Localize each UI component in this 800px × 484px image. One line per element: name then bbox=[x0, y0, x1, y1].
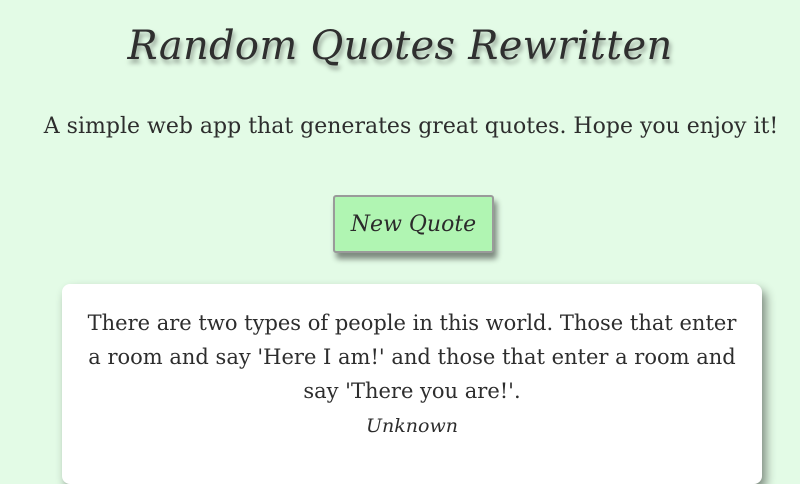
quote-card: There are two types of people in this wo… bbox=[62, 284, 762, 484]
quote-author: Unknown bbox=[366, 415, 458, 437]
quote-text: There are two types of people in this wo… bbox=[87, 311, 737, 403]
new-quote-button[interactable]: New Quote bbox=[333, 195, 494, 253]
page-subtitle: A simple web app that generates great qu… bbox=[43, 114, 779, 139]
page-title: Random Quotes Rewritten bbox=[127, 23, 673, 69]
